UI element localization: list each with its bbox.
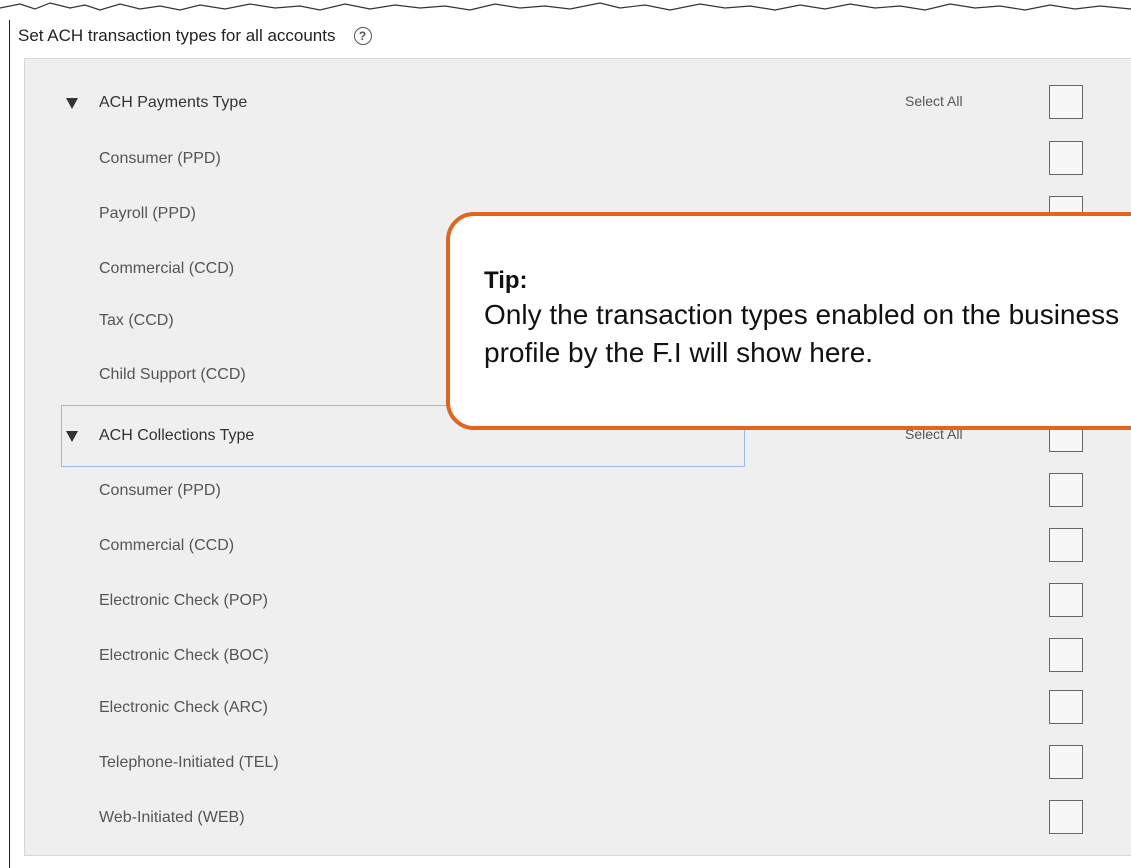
item-label: Electronic Check (POP) (99, 592, 268, 609)
list-item: Web-Initiated (WEB) (25, 790, 1131, 846)
section-title: Set ACH transaction types for all accoun… (18, 26, 336, 45)
item-label: Commercial (CCD) (99, 537, 235, 554)
list-item: Consumer (PPD) (25, 131, 1131, 187)
item-checkbox[interactable] (1049, 745, 1083, 779)
item-label: Child Support (CCD) (99, 366, 246, 383)
item-label: Commercial (CCD) (99, 260, 235, 277)
item-label: Web-Initiated (WEB) (99, 809, 245, 826)
collapse-triangle-icon[interactable] (66, 431, 78, 442)
ach-types-panel: ACH Payments Type Select All Consumer (P… (24, 58, 1131, 856)
item-label: Electronic Check (BOC) (99, 647, 269, 664)
list-item: Consumer (PPD) (25, 463, 1131, 519)
group-title: ACH Payments Type (99, 94, 248, 111)
list-item: Electronic Check (BOC) (25, 628, 1131, 684)
group-header-ach-payments[interactable]: ACH Payments Type Select All (25, 75, 1131, 131)
item-label: Consumer (PPD) (99, 150, 221, 167)
item-label: Consumer (PPD) (99, 482, 221, 499)
question-circle-icon[interactable]: ? (353, 27, 372, 45)
item-label: Telephone-Initiated (TEL) (99, 754, 279, 771)
section-header: Set ACH transaction types for all accoun… (18, 24, 372, 48)
collapse-triangle-icon[interactable] (66, 98, 78, 109)
item-label: Payroll (PPD) (99, 205, 196, 222)
item-checkbox[interactable] (1049, 800, 1083, 834)
screenshot-left-border (9, 20, 10, 868)
select-all-checkbox[interactable] (1049, 85, 1083, 119)
group-title: ACH Collections Type (99, 427, 255, 444)
list-item: Commercial (CCD) (25, 518, 1131, 574)
list-item: Electronic Check (POP) (25, 573, 1131, 629)
item-checkbox[interactable] (1049, 473, 1083, 507)
tip-callout: Tip: Only the transaction types enabled … (446, 212, 1131, 430)
tip-title: Tip: (484, 267, 528, 294)
list-item: Telephone-Initiated (TEL) (25, 735, 1131, 791)
list-item: Electronic Check (ARC) (25, 680, 1131, 736)
item-label: Electronic Check (ARC) (99, 699, 268, 716)
item-checkbox[interactable] (1049, 528, 1083, 562)
tip-body: Only the transaction types enabled on th… (484, 299, 1120, 368)
item-checkbox[interactable] (1049, 638, 1083, 672)
item-checkbox[interactable] (1049, 141, 1083, 175)
item-label: Tax (CCD) (99, 312, 174, 329)
item-checkbox[interactable] (1049, 583, 1083, 617)
item-checkbox[interactable] (1049, 690, 1083, 724)
select-all-label: Select All (905, 93, 963, 109)
